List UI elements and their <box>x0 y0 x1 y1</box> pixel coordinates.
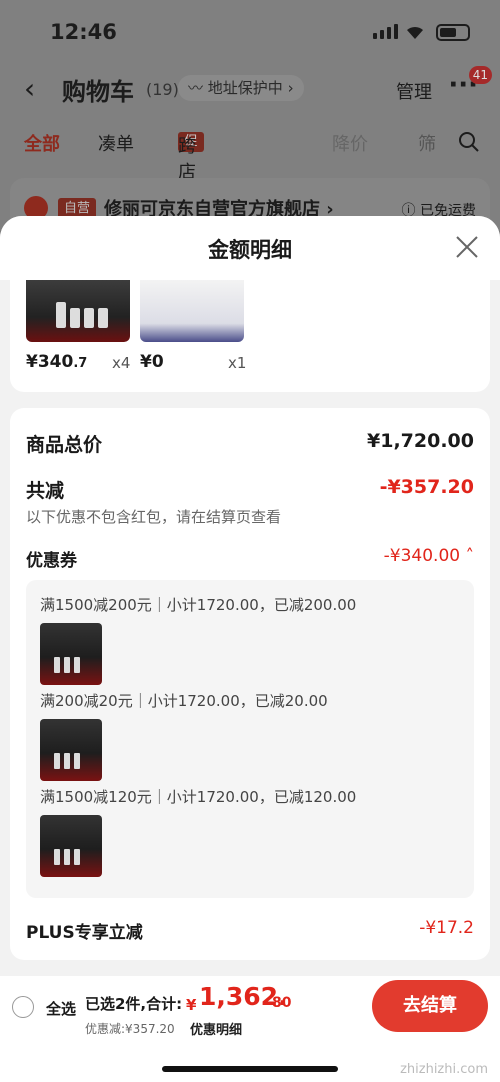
product-qty: x1 <box>228 354 247 372</box>
tab-bundle[interactable]: 凑单 <box>98 130 134 156</box>
coupon-item: 满1500减120元｜小计1720.00，已减120.00 <box>40 786 460 877</box>
reduction-note: 以下优惠不包含红包，请在结算页查看 <box>26 508 282 526</box>
coupon-product-image <box>40 623 102 685</box>
status-time: 12:46 <box>50 20 117 44</box>
coupon-product-image <box>40 719 102 781</box>
search-icon[interactable] <box>458 131 480 153</box>
product-list: ¥340.7 x4 ¥0 x1 <box>10 280 490 392</box>
total-price-value: ¥1,720.00 <box>367 430 474 452</box>
address-protect-label: 地址保护中 <box>207 79 283 97</box>
total-price-row: 商品总价 ¥1,720.00 <box>26 430 474 457</box>
tab-price-drop[interactable]: 降价 <box>332 130 368 156</box>
amount-breakdown: 商品总价 ¥1,720.00 共减 -¥357.20 以下优惠不包含红包，请在结… <box>10 408 490 960</box>
product-price-dec: .7 <box>73 356 88 371</box>
plus-discount-label: PLUS专享立减 <box>26 923 143 943</box>
select-all-checkbox[interactable] <box>12 996 34 1018</box>
product-price-main: ¥0 <box>140 352 164 372</box>
reduction-value: -¥357.20 <box>379 476 474 498</box>
watermark: zhizhizhi.com <box>400 1062 488 1077</box>
product-price: ¥340.7 <box>26 352 87 372</box>
close-icon[interactable] <box>454 234 480 260</box>
wifi-icon <box>407 26 423 39</box>
checkout-button[interactable]: 去结算 <box>372 980 488 1032</box>
total-amount-decimal: 80 <box>272 995 292 1011</box>
select-all-label[interactable]: 全选 <box>46 998 76 1019</box>
coupon-text: 满1500减120元｜小计1720.00，已减120.00 <box>40 788 357 806</box>
address-protect-chip[interactable]: 〰 地址保护中 › <box>178 75 304 101</box>
back-icon[interactable]: ‹ <box>24 72 35 105</box>
product-price-main: ¥340 <box>26 352 74 372</box>
sheet-title: 金额明细 <box>208 238 292 262</box>
coupon-text: 满1500减200元｜小计1720.00，已减200.00 <box>40 596 357 614</box>
coupon-text: 满200减20元｜小计1720.00，已减20.00 <box>40 692 328 710</box>
discount-summary: 优惠减:¥357.20 <box>85 1022 175 1036</box>
coupon-row[interactable]: 优惠券 -¥340.00 ˄ <box>26 546 474 571</box>
product-qty: x4 <box>112 354 131 372</box>
total-currency: ¥ <box>186 996 197 1014</box>
message-badge: 41 <box>468 66 492 84</box>
checkout-bar: 全选 已选2件,合计: ¥ 1,362. 80 优惠减:¥357.20 优惠明细… <box>0 976 500 1082</box>
coupon-value[interactable]: -¥340.00 ˄ <box>384 546 474 566</box>
tab-all[interactable]: 全部 <box>24 130 60 156</box>
coupon-label: 优惠券 <box>26 551 77 571</box>
product-image[interactable] <box>26 280 130 342</box>
discount-detail-link[interactable]: 优惠明细 <box>190 1019 242 1038</box>
reduction-row: 共减 -¥357.20 <box>26 476 474 503</box>
tab-filter[interactable]: 筛 <box>418 130 436 156</box>
coupon-list: 满1500减200元｜小计1720.00，已减200.00 满200减20元｜小… <box>26 580 474 898</box>
plus-discount-value: -¥17.2 <box>419 918 474 938</box>
manage-button[interactable]: 管理 <box>396 78 432 104</box>
status-bar: 12:46 <box>0 18 500 48</box>
coupon-item: 满1500减200元｜小计1720.00，已减200.00 <box>40 594 460 685</box>
page-title: 购物车 <box>62 78 134 106</box>
cart-tabs: 全部 凑单 促跨店满减 降价 筛 <box>0 128 500 235</box>
coupon-product-image <box>40 815 102 877</box>
product-price: ¥0 <box>140 352 164 372</box>
selected-summary: 已选2件,合计: <box>85 995 183 1013</box>
total-price-label: 商品总价 <box>26 434 103 456</box>
cart-navbar: ‹ 购物车 (19) 〰 地址保护中 › 管理 ··· 41 <box>0 66 500 110</box>
signal-icon <box>373 24 398 39</box>
plus-discount-row: PLUS专享立减 -¥17.2 <box>26 918 474 943</box>
cart-background: 12:46 ‹ 购物车 (19) 〰 地址保护中 › 管理 ··· 41 全部 … <box>0 0 500 238</box>
product-image[interactable] <box>140 280 244 342</box>
amount-detail-sheet: 金额明细 ¥340.7 x4 ¥0 x1 商品总价 ¥1,720.00 共减 -… <box>0 216 500 976</box>
home-indicator[interactable] <box>162 1066 338 1072</box>
sheet-header: 金额明细 <box>0 216 500 280</box>
coupon-item: 满200减20元｜小计1720.00，已减20.00 <box>40 690 460 781</box>
reduction-label: 共减 <box>26 480 65 502</box>
battery-icon <box>436 24 470 41</box>
cart-count: (19) <box>146 80 179 99</box>
